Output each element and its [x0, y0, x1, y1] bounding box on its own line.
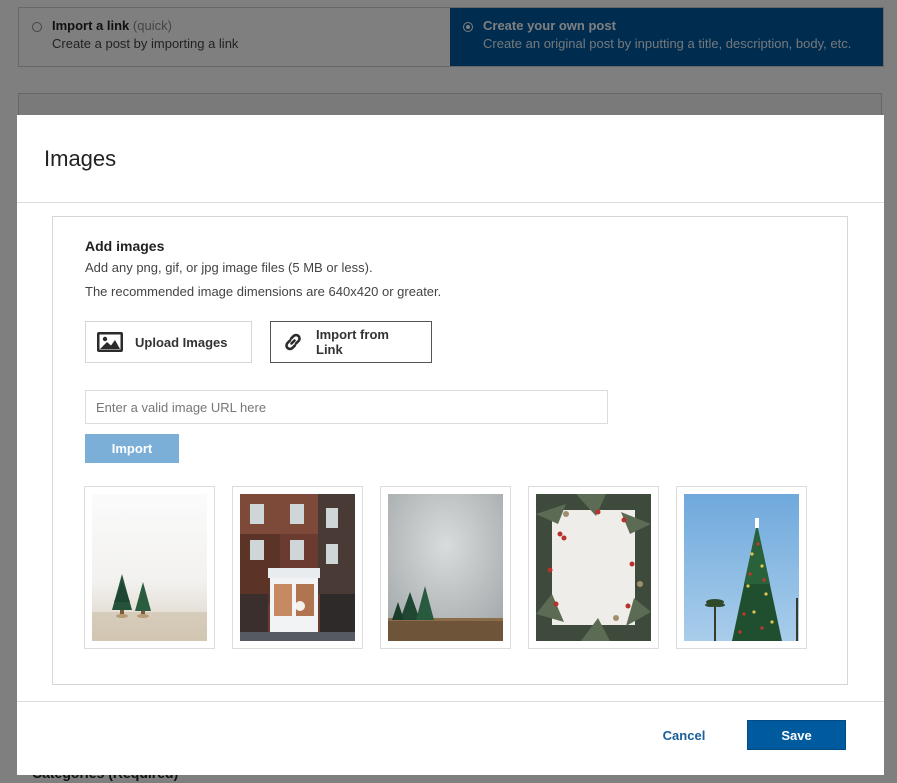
save-button[interactable]: Save: [747, 720, 846, 750]
image-icon: [97, 332, 123, 352]
image-trees-on-white: [92, 494, 207, 641]
cancel-button[interactable]: Cancel: [649, 720, 719, 750]
thumbnail-christmas-tree-sky[interactable]: [676, 486, 807, 649]
import-from-link-button[interactable]: Import from Link: [270, 321, 432, 363]
modal-header: Images: [17, 115, 884, 203]
image-storefront-snow: [240, 494, 355, 641]
link-icon: [285, 333, 301, 351]
image-wreath-frame: [536, 494, 651, 641]
thumbnail-trees-on-white[interactable]: [84, 486, 215, 649]
file-types-hint: Add any png, gif, or jpg image files (5 …: [85, 260, 373, 275]
modal-footer: Cancel Save: [17, 701, 884, 775]
thumbnail-storefront-snow[interactable]: [232, 486, 363, 649]
add-images-heading: Add images: [85, 238, 165, 254]
image-trees-concrete-wall: [388, 494, 503, 641]
thumbnail-wreath-frame[interactable]: [528, 486, 659, 649]
upload-images-button[interactable]: Upload Images: [85, 321, 252, 363]
thumbnail-trees-concrete-wall[interactable]: [380, 486, 511, 649]
dimensions-hint: The recommended image dimensions are 640…: [85, 284, 442, 299]
add-images-card: Add images Add any png, gif, or jpg imag…: [52, 216, 848, 685]
images-modal: Images Add images Add any png, gif, or j…: [17, 115, 884, 775]
image-thumbnails: [84, 486, 847, 649]
image-url-input[interactable]: [85, 390, 608, 424]
import-button[interactable]: Import: [85, 434, 179, 463]
image-source-tabs: Upload Images Import from Link: [85, 321, 847, 363]
image-christmas-tree-sky: [684, 494, 799, 641]
upload-images-label: Upload Images: [135, 334, 228, 350]
modal-title: Images: [44, 146, 117, 171]
import-from-link-label: Import from Link: [316, 327, 389, 357]
modal-body: Add images Add any png, gif, or jpg imag…: [17, 203, 884, 701]
